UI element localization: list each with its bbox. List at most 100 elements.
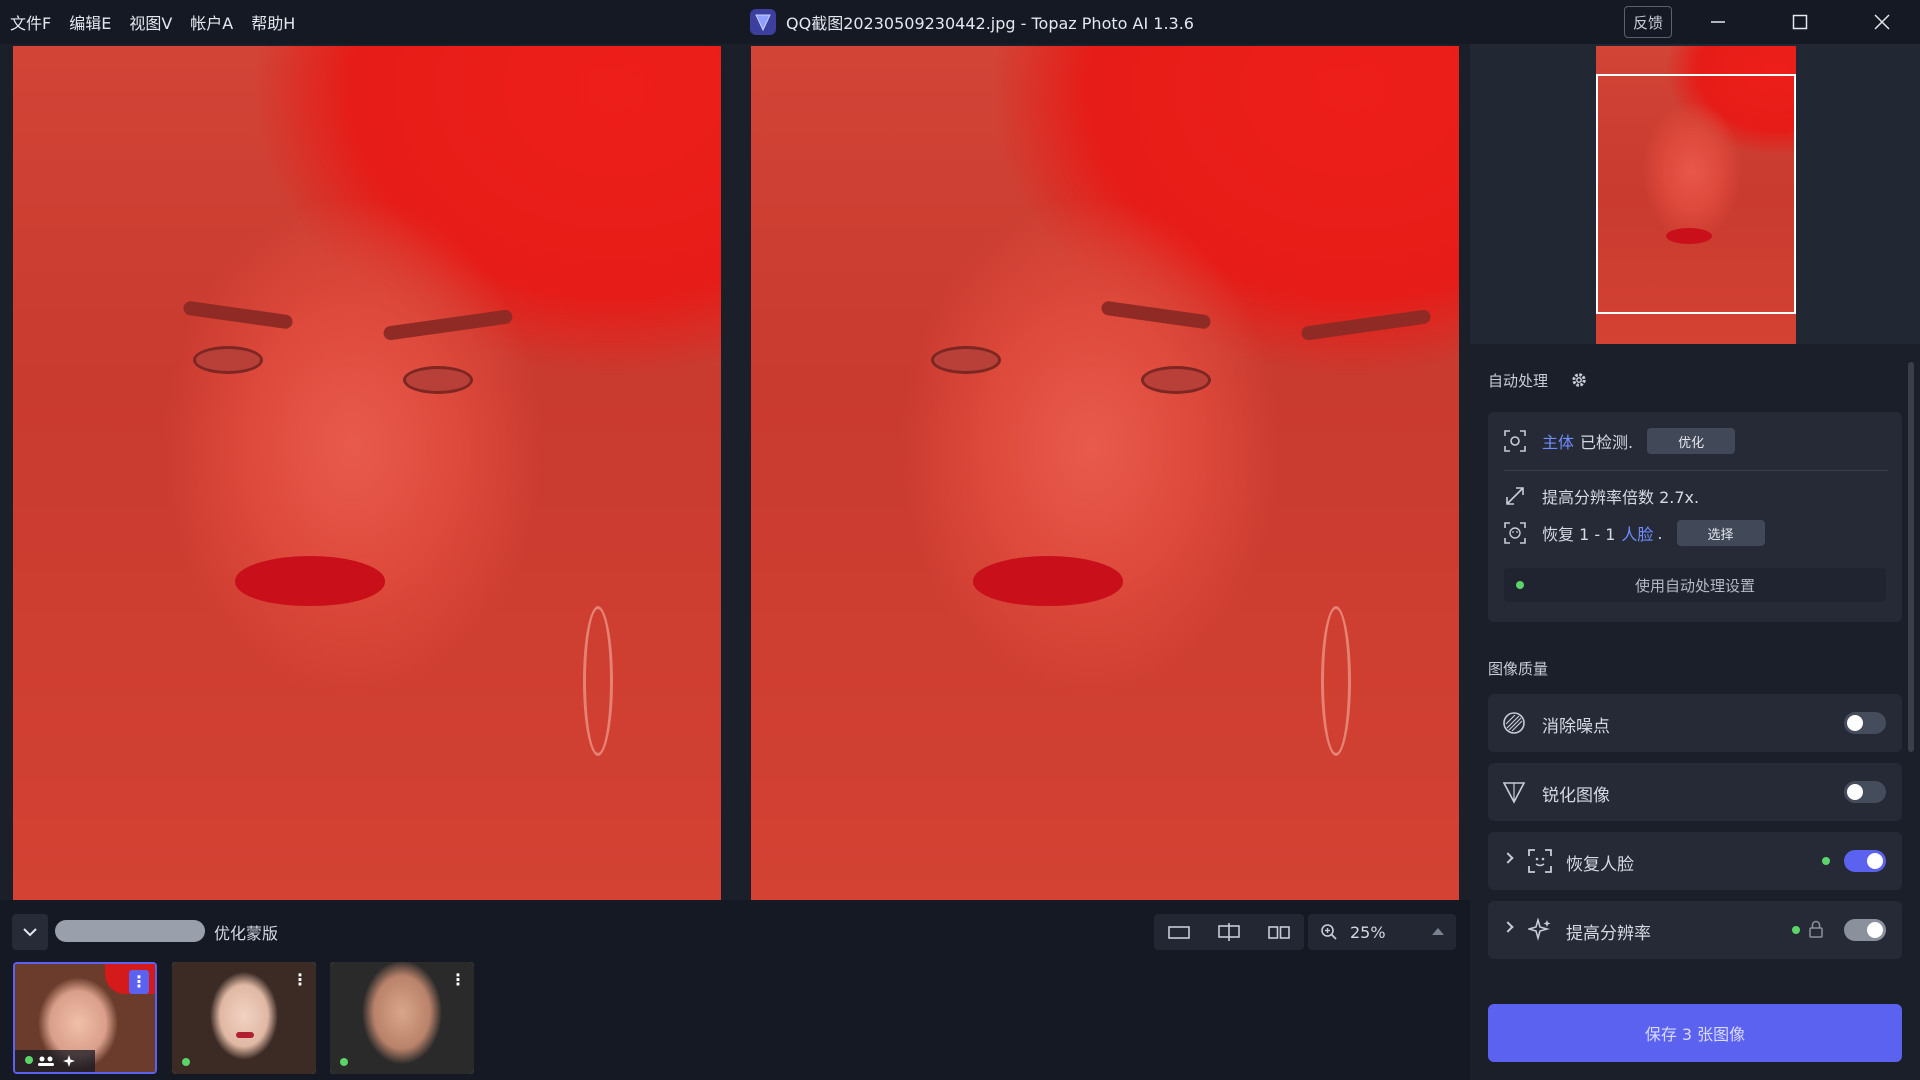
zoom-dropdown-icon[interactable] — [1432, 928, 1444, 935]
toggle-knob — [1847, 715, 1863, 731]
thumbnail-menu-icon[interactable]: ⋮ — [290, 968, 310, 992]
feedback-button[interactable]: 反馈 — [1624, 6, 1672, 38]
face-status: 恢复 1 - 1 — [1542, 525, 1616, 544]
thumbnail-3[interactable]: ⋮ — [330, 962, 474, 1074]
zoom-value: 25% — [1350, 922, 1386, 942]
subject-status: 已检测. — [1580, 433, 1634, 452]
brow-shape — [382, 309, 514, 341]
thumbnail-menu-icon[interactable]: ⋮ — [129, 970, 149, 994]
preview-image-pane[interactable] — [751, 46, 1459, 900]
zoom-control[interactable]: 25% — [1308, 914, 1456, 950]
menu-help[interactable]: 帮助H — [251, 10, 295, 34]
divider — [1504, 470, 1888, 471]
eye-shape — [403, 366, 473, 394]
menu-account[interactable]: 帐户A — [190, 10, 233, 34]
toggle-knob — [1867, 922, 1883, 938]
mask-slider[interactable] — [55, 920, 205, 942]
sharpen-toggle[interactable] — [1844, 781, 1886, 803]
earring-shape — [583, 606, 613, 756]
minimize-button[interactable] — [1688, 0, 1748, 44]
optimize-button[interactable]: 优化 — [1647, 428, 1736, 454]
topaz-logo-icon — [750, 9, 776, 35]
eye-shape — [193, 346, 263, 374]
quality-section-title: 图像质量 — [1488, 660, 1549, 678]
face-detect-icon — [1504, 522, 1526, 544]
gear-icon[interactable] — [1570, 371, 1588, 389]
active-dot — [1822, 857, 1830, 865]
brow-shape — [182, 300, 294, 330]
status-dot — [25, 1056, 33, 1064]
maximize-icon — [1792, 14, 1808, 30]
sharpen-icon — [1502, 782, 1526, 804]
face-status-end: . — [1657, 523, 1663, 543]
menu-view[interactable]: 视图V — [129, 10, 172, 34]
brow-shape — [1300, 309, 1432, 341]
close-button[interactable] — [1852, 0, 1912, 44]
minimize-icon — [1711, 21, 1725, 23]
faces-icon — [38, 1056, 54, 1066]
original-photo — [13, 46, 721, 900]
auto-section-title: 自动处理 — [1488, 372, 1549, 390]
lips-shape — [236, 1032, 254, 1038]
toggle-knob — [1867, 853, 1883, 869]
thumbnail-2[interactable]: ⋮ — [172, 962, 316, 1074]
window-title: QQ截图20230509230442.jpg - Topaz Photo AI … — [786, 14, 1194, 33]
face-row: 恢复 1 - 1 人脸 . 选择 — [1504, 520, 1765, 546]
subject-detect-icon — [1504, 430, 1526, 452]
right-sidebar: 自动处理 主体 已检测. 优化 提高分辨率倍数 2.7x. 恢复 1 - 1 人… — [1470, 44, 1920, 1080]
status-dot — [182, 1058, 190, 1066]
upscale-row: 提高分辨率倍数 2.7x. — [1504, 484, 1699, 508]
face-recovery-label: 恢复人脸 — [1566, 855, 1634, 875]
navigator-viewport-frame[interactable] — [1596, 74, 1796, 314]
denoise-toggle[interactable] — [1844, 712, 1886, 734]
eye-shape — [1141, 366, 1211, 394]
sparkle-icon — [63, 1055, 75, 1067]
chevron-right-icon[interactable] — [1502, 921, 1514, 933]
chevron-down-icon — [23, 928, 37, 937]
navigator-panel — [1470, 44, 1920, 344]
face-recovery-panel[interactable]: 恢复人脸 — [1488, 832, 1902, 890]
chevron-right-icon[interactable] — [1502, 852, 1514, 864]
select-faces-button[interactable]: 选择 — [1676, 520, 1765, 546]
maximize-button[interactable] — [1770, 0, 1830, 44]
auto-settings-card: 主体 已检测. 优化 提高分辨率倍数 2.7x. 恢复 1 - 1 人脸 . 选… — [1488, 412, 1902, 622]
use-auto-settings-button[interactable]: 使用自动处理设置 — [1504, 568, 1886, 602]
menu-file[interactable]: 文件F — [10, 10, 51, 34]
status-dot — [340, 1058, 348, 1066]
lock-icon — [1809, 920, 1823, 938]
status-dot — [1516, 581, 1524, 589]
denoise-icon — [1503, 712, 1525, 734]
menu-bar: 文件F 编辑E 视图V 帐户A 帮助H — [0, 0, 313, 44]
denoise-label: 消除噪点 — [1542, 717, 1610, 737]
sharpen-panel[interactable]: 锐化图像 — [1488, 763, 1902, 821]
subject-link[interactable]: 主体 — [1542, 429, 1574, 453]
face-recovery-toggle[interactable] — [1844, 850, 1886, 872]
eye-shape — [931, 346, 1001, 374]
lips-shape — [973, 556, 1123, 606]
menu-edit[interactable]: 编辑E — [69, 10, 111, 34]
upscale-toggle[interactable] — [1844, 919, 1886, 941]
window-title-area: QQ截图20230509230442.jpg - Topaz Photo AI … — [750, 0, 1194, 44]
view-mode-group — [1154, 914, 1304, 950]
thumbnail-1[interactable]: ⋮ — [13, 962, 157, 1074]
active-dot — [1792, 926, 1800, 934]
sidebar-scrollbar[interactable] — [1908, 362, 1914, 752]
thumbnail-menu-icon[interactable]: ⋮ — [448, 968, 468, 992]
upscale-arrow-icon — [1506, 487, 1524, 505]
sharpen-label: 锐化图像 — [1542, 786, 1610, 806]
face-link[interactable]: 人脸 — [1621, 521, 1653, 545]
upscale-sparkle-icon — [1528, 918, 1551, 941]
original-image-pane[interactable] — [13, 46, 721, 900]
collapse-filmstrip-button[interactable] — [12, 914, 48, 950]
side-by-side-icon[interactable] — [1267, 923, 1291, 941]
title-bar: 文件F 编辑E 视图V 帐户A 帮助H QQ截图20230509230442.j… — [0, 0, 1920, 44]
denoise-panel[interactable]: 消除噪点 — [1488, 694, 1902, 752]
upscale-panel[interactable]: 提高分辨率 — [1488, 901, 1902, 959]
mask-label: 优化蒙版 — [214, 924, 279, 943]
use-auto-settings-label: 使用自动处理设置 — [1634, 576, 1755, 595]
single-view-icon[interactable] — [1167, 923, 1191, 941]
lips-shape — [235, 556, 385, 606]
save-images-button[interactable]: 保存 3 张图像 — [1488, 1004, 1902, 1062]
zoom-icon — [1321, 924, 1337, 940]
split-view-icon[interactable] — [1217, 922, 1241, 942]
